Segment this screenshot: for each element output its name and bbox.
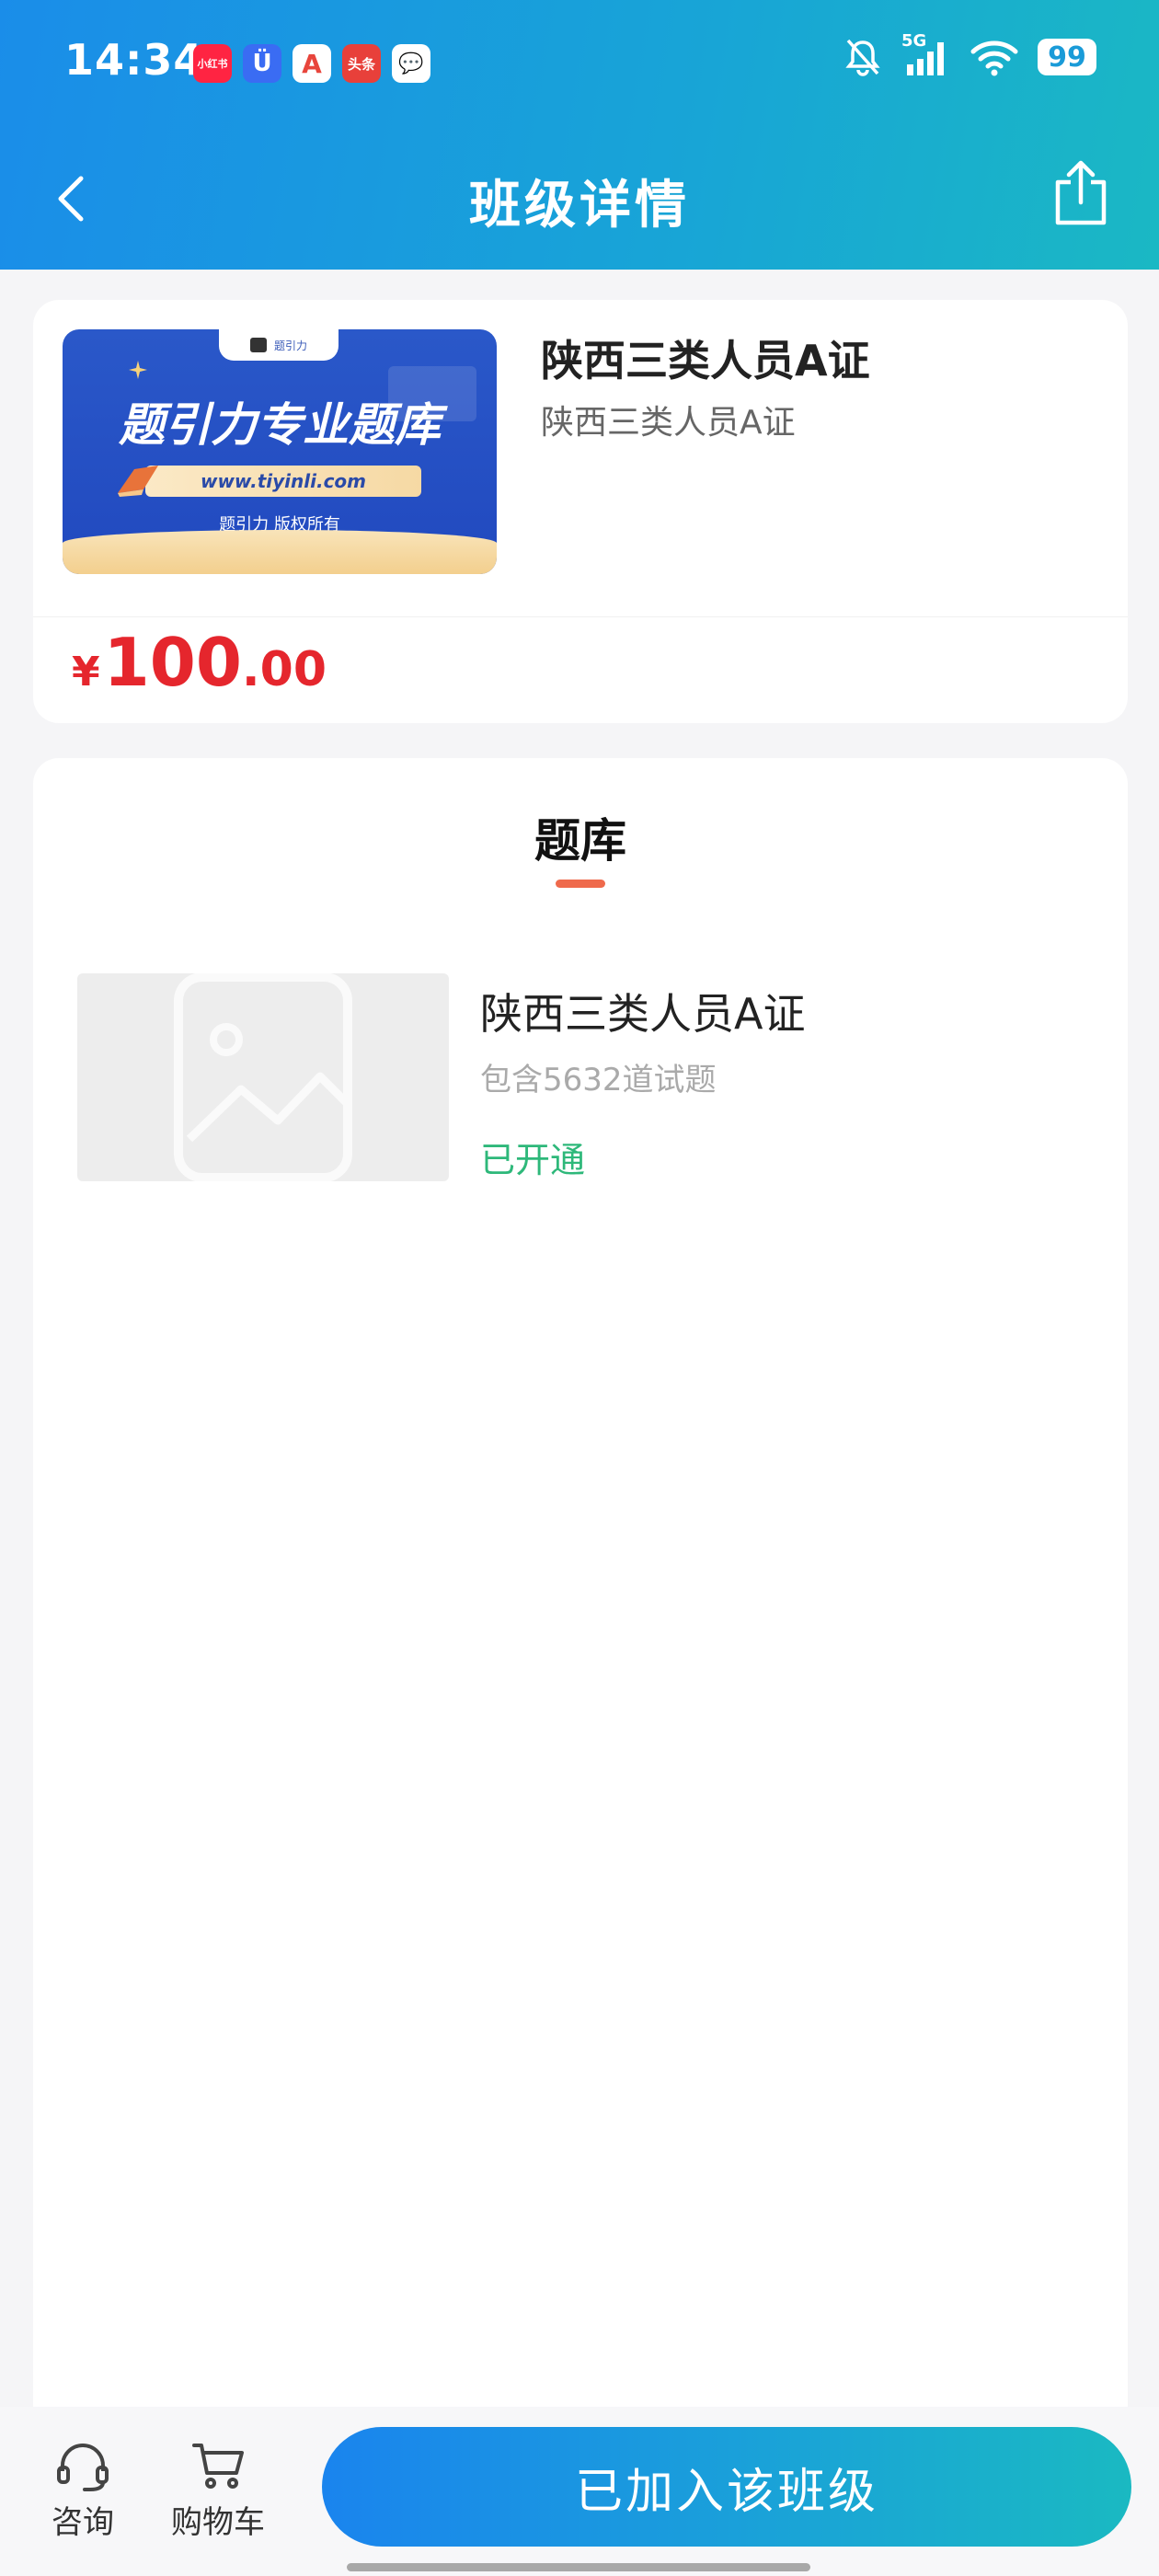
class-cover-image: 题引力 题引力专业题库 www.tiyinli.com 题引力 版权所有 (63, 329, 497, 574)
question-bank-thumbnail (77, 973, 449, 1181)
cart-button[interactable]: 购物车 (163, 2440, 273, 2542)
active-tab-indicator (556, 880, 605, 888)
notification-app-icons: 小红书 Ü A 头条 💬 (193, 44, 430, 83)
baidu-netdisk-icon: Ü (243, 44, 281, 83)
book-icon (118, 466, 158, 497)
consult-label: 咨询 (52, 2504, 114, 2541)
share-button[interactable] (1049, 158, 1113, 228)
price-decimal: .00 (241, 642, 327, 697)
price-integer: 100 (103, 624, 242, 701)
consult-button[interactable]: 咨询 (28, 2440, 138, 2542)
price-currency: ¥ (72, 649, 100, 696)
mute-bell-icon (845, 39, 880, 76)
class-price: ¥ 100 .00 (72, 624, 327, 701)
cellular-signal-icon: 5G (901, 31, 951, 77)
question-bank-panel: 题库 陕西三类人员A证 包含5632道试题 已开通 (33, 758, 1128, 2414)
share-icon (1055, 160, 1107, 225)
question-bank-name: 陕西三类人员A证 (480, 989, 806, 1039)
chat-app-icon: 💬 (392, 44, 430, 83)
class-subtitle: 陕西三类人员A证 (541, 404, 796, 442)
cart-label: 购物车 (171, 2504, 265, 2541)
card-divider (33, 616, 1128, 617)
image-placeholder-icon (174, 973, 352, 1181)
app-a-icon: A (293, 44, 331, 83)
status-bar: 14:34 小红书 Ü A 头条 💬 5G 99 (0, 0, 1159, 124)
question-bank-item[interactable]: 陕西三类人员A证 包含5632道试题 已开通 (77, 973, 1089, 1181)
joined-class-button[interactable]: 已加入该班级 (322, 2427, 1131, 2547)
cover-headline: 题引力专业题库 (119, 398, 441, 452)
cover-tab-label: 题引力 (273, 339, 307, 352)
class-info-card: 题引力 题引力专业题库 www.tiyinli.com 题引力 版权所有 陕西三… (33, 300, 1128, 723)
status-badge: 已开通 (480, 1140, 586, 1180)
wifi-icon (970, 40, 1018, 76)
status-time: 14:34 (64, 35, 204, 85)
xiaohongshu-icon: 小红书 (193, 44, 232, 83)
tab-question-bank[interactable]: 题库 (33, 804, 1128, 870)
system-status-icons: 5G 99 (843, 31, 1096, 77)
app-header: 14:34 小红书 Ü A 头条 💬 5G 99 班级详情 (0, 0, 1159, 270)
battery-indicator: 99 (1038, 39, 1096, 75)
cover-wave-decoration (63, 530, 497, 574)
headset-icon (57, 2444, 109, 2491)
shopping-cart-icon (192, 2444, 244, 2489)
sparkle-icon (129, 361, 147, 379)
bottom-action-bar: 咨询 购物车 已加入该班级 (0, 2407, 1159, 2576)
cover-url: www.tiyinli.com (145, 466, 421, 497)
cover-brand-tab: 题引力 (219, 329, 339, 361)
brand-logo-icon (249, 338, 267, 352)
page-title: 班级详情 (469, 176, 690, 236)
home-indicator[interactable] (347, 2563, 810, 2571)
question-count: 包含5632道试题 (480, 1062, 717, 1098)
class-name: 陕西三类人员A证 (541, 336, 870, 385)
toutiao-icon: 头条 (342, 44, 381, 83)
navigation-bar: 班级详情 (0, 147, 1159, 248)
